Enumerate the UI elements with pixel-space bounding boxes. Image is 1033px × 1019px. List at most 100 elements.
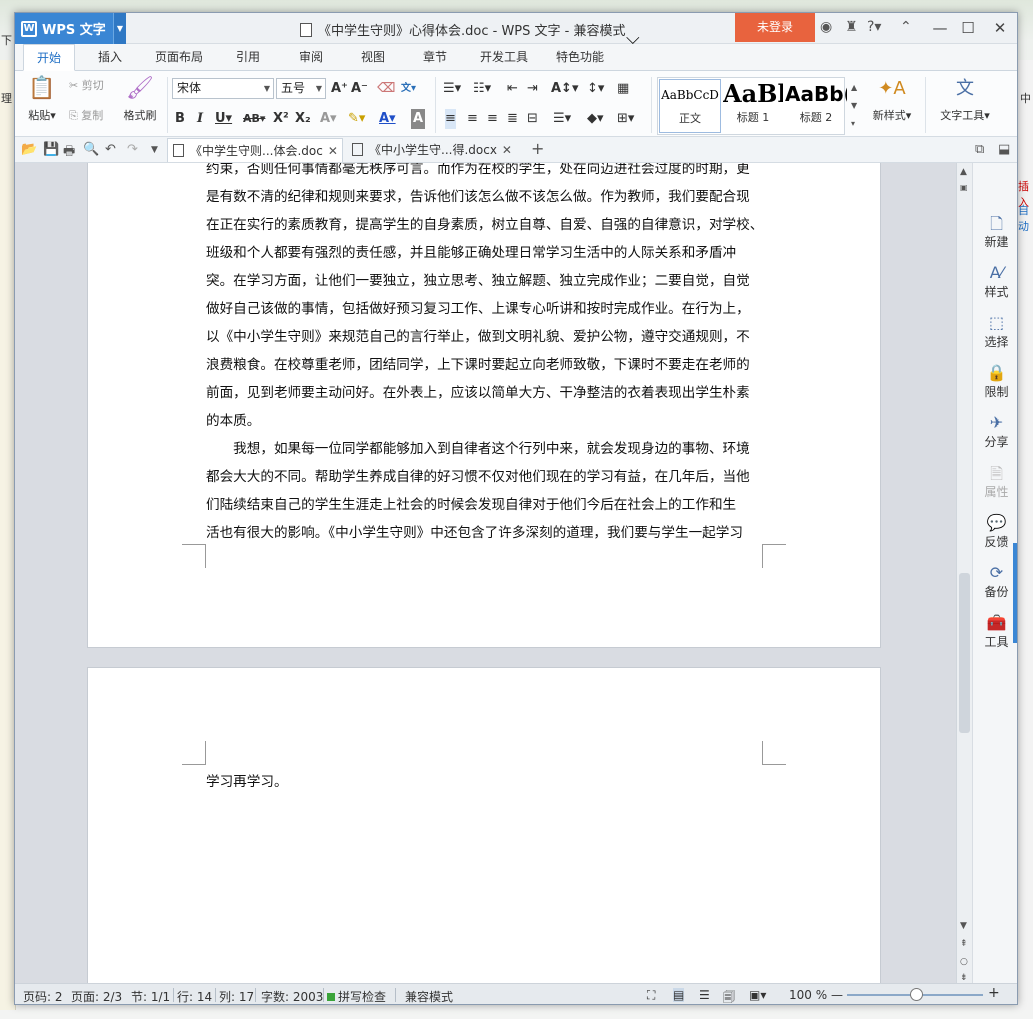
skin-icon[interactable]: ♜ [845, 19, 858, 35]
page-3[interactable]: 学习再学习。 [87, 667, 881, 983]
highlight-icon[interactable]: ✎▾ [348, 109, 365, 129]
panel-feedback-button[interactable]: 💬 反馈 [973, 513, 1017, 550]
close-icon[interactable]: ✕ [989, 18, 1011, 38]
zoom-out-icon[interactable]: — [831, 988, 843, 1002]
superscript-icon[interactable]: X² [273, 109, 289, 129]
phonetic-guide-icon[interactable]: 文▾ [401, 79, 416, 99]
font-color-icon[interactable]: A▾ [379, 109, 396, 129]
page-view-icon[interactable]: ▤ [673, 988, 685, 1002]
tab-chapter[interactable]: 章节 [411, 44, 459, 71]
redo-icon[interactable]: ↷ [127, 142, 138, 157]
panel-select-button[interactable]: ⬚ 选择 [973, 313, 1017, 350]
login-button[interactable]: 未登录 [735, 13, 815, 42]
page-2-text[interactable]: 约束，否则任何事情都毫无秩序可言。而作为在校的学生，处在向迈进社会过度的时期，更… [206, 163, 763, 547]
tab-features[interactable]: 特色功能 [547, 44, 613, 71]
font-size-select[interactable]: 五号 ▼ [276, 78, 326, 99]
table-grid-icon[interactable]: ▦ [617, 79, 629, 99]
text-effect-icon[interactable]: A▾ [320, 109, 337, 129]
style-heading1[interactable]: AaBl 标题 1 [723, 79, 783, 133]
tab-page-layout[interactable]: 页面布局 [143, 44, 215, 71]
font-name-select[interactable]: 宋体 ▼ [172, 78, 274, 99]
numbering-icon[interactable]: ☷▾ [473, 79, 491, 99]
italic-icon[interactable]: I [197, 109, 203, 129]
borders-icon[interactable]: ⊞▾ [617, 109, 634, 129]
tab-references[interactable]: 引用 [225, 44, 271, 71]
bullets-icon[interactable]: ☰▾ [443, 79, 461, 99]
style-normal[interactable]: AaBbCcD 正文 [659, 79, 721, 133]
bold-icon[interactable]: B [175, 109, 185, 129]
vertical-scrollbar[interactable]: ▲ ▣ ▼ ⇞ ○ ⇟ [956, 163, 972, 983]
paragraph-shading-icon[interactable]: ◆▾ [587, 109, 604, 129]
shield-icon[interactable]: ◉ [820, 19, 832, 35]
maximize-icon[interactable]: ☐ [957, 18, 979, 38]
scroll-up-icon[interactable]: ▲ [960, 167, 967, 177]
save-icon[interactable]: 💾 [43, 142, 59, 157]
text-direction-icon[interactable]: A↕▾ [551, 79, 578, 99]
zoom-level[interactable]: 100 % [789, 988, 827, 1002]
panel-styles-button[interactable]: A⁄ 样式 [973, 263, 1017, 300]
next-page-icon[interactable]: ⇟ [960, 973, 968, 983]
chevron-down-icon[interactable]: ▼ [113, 13, 126, 44]
shrink-font-icon[interactable]: A⁻ [351, 79, 368, 99]
undo-icon[interactable]: ↶ [105, 142, 116, 157]
tab-insert[interactable]: 插入 [85, 44, 135, 71]
align-left-icon[interactable]: ≡ [445, 109, 456, 129]
underline-icon[interactable]: U▾ [215, 109, 232, 129]
spell-check-toggle[interactable]: 拼写检查 [327, 988, 386, 1004]
app-menu-button[interactable]: W WPS 文字 ▼ [15, 13, 126, 44]
outline-view-icon[interactable]: ☰ [699, 988, 710, 1002]
document-area[interactable]: 约束，否则任何事情都毫无秩序可言。而作为在校的学生，处在向迈进社会过度的时期，更… [15, 163, 956, 983]
tab-review[interactable]: 审阅 [287, 44, 335, 71]
char-shading-icon[interactable]: A [411, 109, 425, 129]
panel-new-button[interactable]: 🗋 新建 [973, 213, 1017, 250]
align-center-icon[interactable]: ≡ [467, 109, 478, 129]
prev-page-icon[interactable]: ⇞ [960, 939, 968, 949]
panel-properties-button[interactable]: 🗎 属性 [973, 463, 1017, 500]
panel-restrict-button[interactable]: 🔒 限制 [973, 363, 1017, 400]
minimize-icon[interactable]: — [929, 18, 951, 38]
doc-tab-active[interactable]: 《中学生守则...体会.doc ✕ [167, 138, 343, 162]
distribute-icon[interactable]: ⊟ [527, 109, 538, 129]
tab-view[interactable]: 视图 [349, 44, 397, 71]
style-gallery-scroll-icon[interactable]: ▲ ▼ ▾ [851, 79, 857, 133]
collapse-ribbon-icon[interactable]: ⌃ [900, 19, 912, 35]
tab-home[interactable]: 开始 [23, 44, 75, 71]
ruler-toggle-icon[interactable]: ▣ [960, 183, 968, 192]
full-screen-view-icon[interactable]: ⛶ [647, 988, 655, 1003]
justify-icon[interactable]: ≣ [507, 109, 518, 129]
zoom-in-icon[interactable]: + [988, 985, 1000, 1001]
strikethrough-icon[interactable]: AB▾ [243, 109, 265, 129]
panel-share-button[interactable]: ✈ 分享 [973, 413, 1017, 450]
panel-collapse-handle[interactable] [1013, 543, 1017, 643]
clear-format-icon[interactable]: ⌫ [377, 79, 395, 99]
scroll-down-icon[interactable]: ▼ [960, 921, 967, 931]
increase-indent-icon[interactable]: ⇥ [527, 79, 538, 99]
tab-developer[interactable]: 开发工具 [471, 44, 537, 71]
paste-button[interactable]: 📋 粘贴▾ [19, 73, 65, 133]
web-view-icon[interactable]: 🗐 [723, 988, 735, 1004]
grow-font-icon[interactable]: A⁺ [331, 79, 348, 99]
tab-restore-icon[interactable]: ⧉ [975, 142, 984, 157]
close-tab-icon[interactable]: ✕ [328, 144, 338, 158]
text-tools-button[interactable]: 文 文字工具▾ [933, 73, 997, 133]
line-spacing-icon[interactable]: ☰▾ [553, 109, 571, 129]
print-preview-icon[interactable]: 🔍 [83, 142, 99, 157]
scroll-thumb[interactable] [959, 573, 970, 733]
format-painter-button[interactable]: 🖌 格式刷 [115, 73, 165, 133]
panel-backup-button[interactable]: ⟳ 备份 [973, 563, 1017, 600]
help-icon[interactable]: ?▾ [867, 19, 881, 35]
customize-chevron-icon[interactable]: ▼ [151, 145, 158, 155]
subscript-icon[interactable]: X₂ [295, 109, 311, 129]
page-2[interactable]: 约束，否则任何事情都毫无秩序可言。而作为在校的学生，处在向迈进社会过度的时期，更… [87, 163, 881, 648]
page-3-text[interactable]: 学习再学习。 [206, 768, 763, 796]
sort-icon[interactable]: ↕▾ [587, 79, 604, 99]
reading-view-icon[interactable]: ▣▾ [749, 988, 766, 1002]
browse-object-icon[interactable]: ○ [960, 957, 968, 967]
close-tab-icon[interactable]: ✕ [502, 143, 512, 157]
print-icon[interactable]: 🖶 [63, 142, 75, 164]
copy-button[interactable]: ⎘ 复制 [69, 107, 103, 123]
doc-tab[interactable]: 《中小学生守...得.docx ✕ [347, 138, 523, 162]
new-style-button[interactable]: ✦A 新样式▾ [865, 73, 919, 133]
new-tab-icon[interactable]: + [531, 139, 544, 158]
cut-button[interactable]: ✂ 剪切 [69, 77, 104, 93]
